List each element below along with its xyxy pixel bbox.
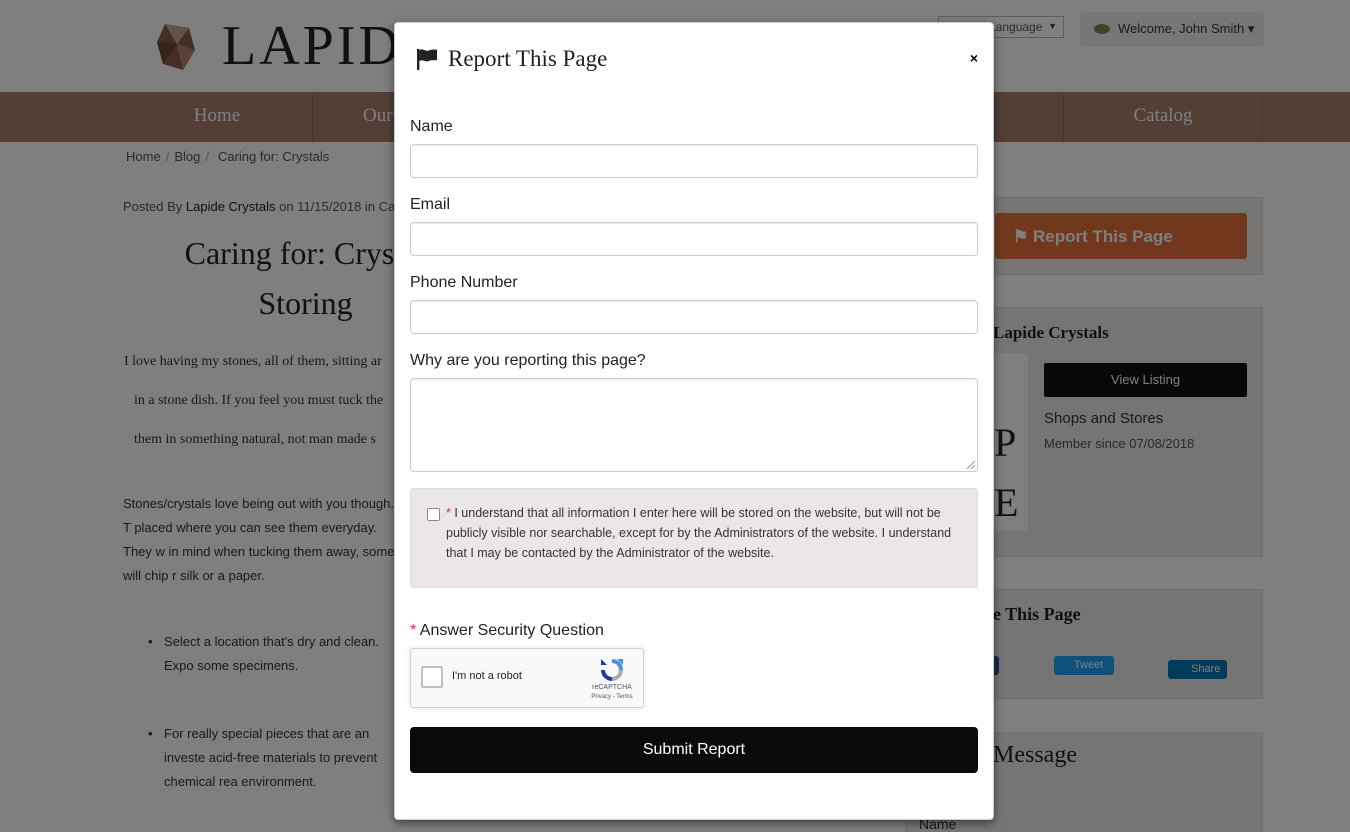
name-label: Name <box>410 118 453 135</box>
consent-text: * I understand that all information I en… <box>446 503 966 563</box>
recaptcha-brand: reCAPTCHA <box>592 684 632 691</box>
consent-box: * I understand that all information I en… <box>410 488 978 588</box>
flag-icon <box>417 49 437 70</box>
modal-title: Report This Page <box>415 46 607 72</box>
modal-title-text: Report This Page <box>448 46 608 71</box>
close-button[interactable]: × <box>967 50 981 66</box>
recaptcha-icon <box>601 659 623 681</box>
reason-textarea[interactable] <box>410 378 978 472</box>
recaptcha-label: I'm not a robot <box>452 670 522 682</box>
report-modal: Report This Page × Name Email Phone Numb… <box>394 22 994 820</box>
security-question-text: Answer Security Question <box>419 622 604 639</box>
consent-checkbox[interactable] <box>427 508 440 521</box>
required-mark: * <box>410 622 417 639</box>
recaptcha-privacy-terms[interactable]: Privacy - Terms <box>586 694 638 700</box>
email-label: Email <box>410 196 451 213</box>
recaptcha-widget: I'm not a robot reCAPTCHA Privacy - Term… <box>410 648 644 708</box>
required-mark: * <box>446 506 451 520</box>
consent-statement: I understand that all information I ente… <box>446 506 952 560</box>
resize-handle-icon[interactable] <box>967 461 975 469</box>
name-input[interactable] <box>410 144 978 178</box>
security-question-label: * Answer Security Question <box>410 622 604 640</box>
phone-input[interactable] <box>410 300 978 334</box>
reason-label: Why are you reporting this page? <box>410 352 646 369</box>
recaptcha-checkbox[interactable] <box>421 666 443 688</box>
phone-label: Phone Number <box>410 274 518 291</box>
submit-report-button[interactable]: Submit Report <box>410 727 978 773</box>
modal-header: Report This Page × <box>395 23 993 97</box>
email-input[interactable] <box>410 222 978 256</box>
